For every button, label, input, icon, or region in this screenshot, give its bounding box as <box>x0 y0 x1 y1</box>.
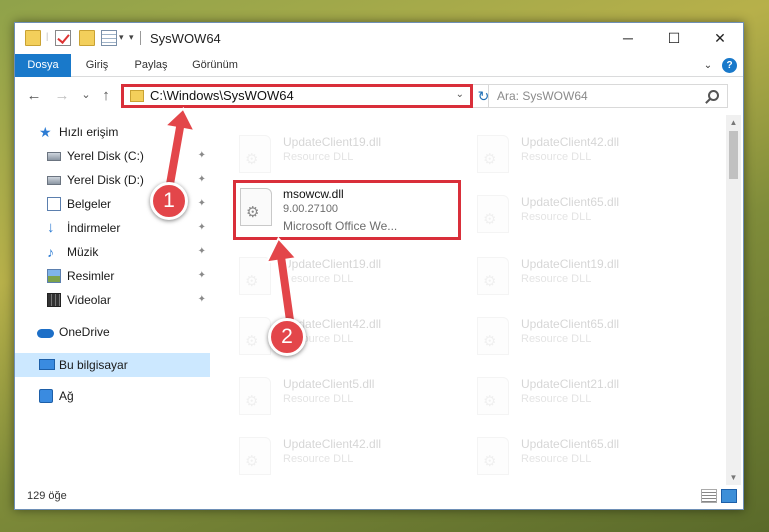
callout-two: 2 <box>268 318 306 356</box>
arrow-one <box>162 106 197 190</box>
arrow-two <box>264 236 299 330</box>
annotation-arrows <box>162 106 299 330</box>
callout-one: 1 <box>150 182 188 220</box>
